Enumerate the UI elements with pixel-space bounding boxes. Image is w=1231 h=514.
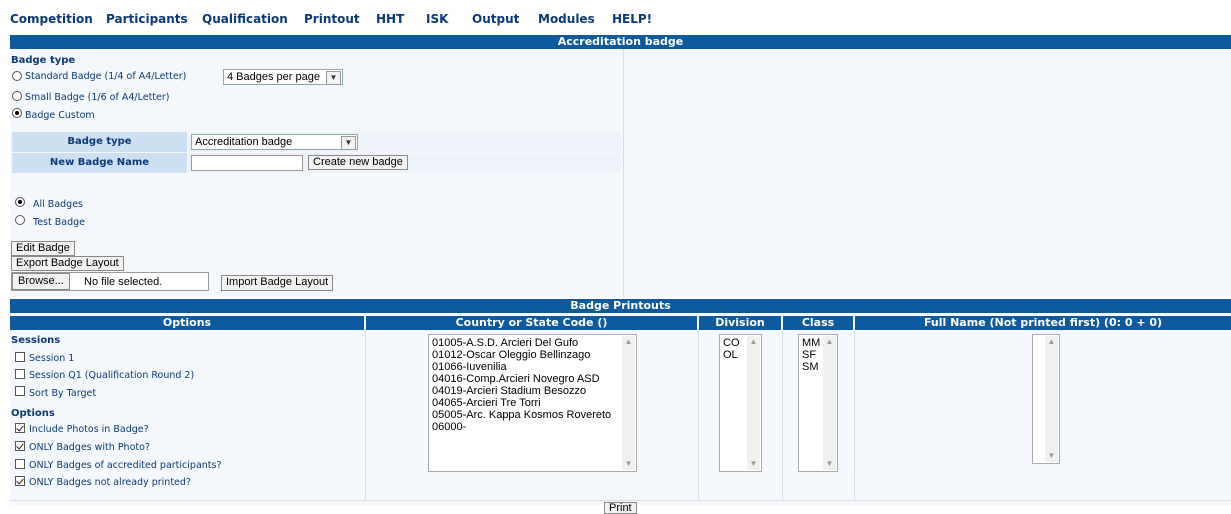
badges-per-page-select[interactable]: 4 Badges per page ▼	[223, 69, 343, 85]
scrollbar[interactable]: ▲ ▼	[823, 336, 836, 470]
scrollbar[interactable]: ▲ ▼	[747, 336, 760, 470]
col-class: Class	[783, 316, 853, 330]
chevron-down-icon: ▼	[326, 71, 341, 85]
sort-by-target-label: Sort By Target	[29, 388, 97, 399]
class-list: MM SF SM	[802, 337, 820, 373]
chevron-up-icon: ▲	[749, 337, 758, 346]
menu-help[interactable]: HELP!	[612, 12, 652, 26]
list-item[interactable]: 04065-Arcieri Tre Torri	[432, 397, 611, 409]
options-heading: Options	[11, 408, 55, 419]
badge-type-value: Accreditation badge	[195, 136, 293, 148]
col-divider	[782, 330, 783, 500]
print-row-divider	[10, 500, 1231, 501]
print-button[interactable]: Print	[604, 502, 637, 514]
export-layout-button[interactable]: Export Badge Layout	[11, 256, 124, 271]
import-layout-button[interactable]: Import Badge Layout	[221, 275, 334, 291]
session-q1-checkbox[interactable]	[15, 369, 25, 379]
col-division: Division	[699, 316, 781, 330]
file-status: No file selected.	[84, 276, 163, 288]
standard-badge-label: Standard Badge (1/4 of A4/Letter)	[25, 71, 187, 82]
standard-badge-radio[interactable]	[12, 71, 22, 81]
list-item[interactable]: MM	[802, 337, 820, 349]
col-divider	[854, 330, 855, 500]
col-country: Country or State Code ()	[366, 316, 697, 330]
list-item[interactable]: OL	[723, 349, 740, 361]
new-badge-name-label: New Badge Name	[12, 153, 187, 173]
accreditation-title: Accreditation badge	[10, 35, 1231, 49]
only-not-printed-checkbox[interactable]	[15, 476, 25, 486]
chevron-up-icon: ▲	[825, 337, 834, 346]
session-1-checkbox[interactable]	[15, 352, 25, 362]
small-badge-radio[interactable]	[12, 91, 22, 101]
test-badge-radio[interactable]	[15, 215, 25, 225]
only-accredited-checkbox[interactable]	[15, 459, 25, 469]
list-item[interactable]: CO	[723, 337, 740, 349]
file-input[interactable]: Browse... No file selected.	[11, 272, 209, 291]
browse-button[interactable]: Browse...	[12, 273, 70, 290]
list-item[interactable]: 01012-Oscar Oleggio Bellinzago	[432, 349, 611, 361]
all-badges-label: All Badges	[33, 199, 83, 210]
col-divider	[698, 330, 699, 500]
only-with-photo-label: ONLY Badges with Photo?	[29, 442, 150, 453]
list-item[interactable]: 04019-Arcieri Stadium Besozzo	[432, 385, 611, 397]
include-photos-label: Include Photos in Badge?	[29, 424, 149, 435]
badge-type-select[interactable]: Accreditation badge ▼	[191, 134, 358, 150]
country-listbox[interactable]: 01005-A.S.D. Arcieri Del Gufo 01012-Osca…	[428, 334, 637, 472]
create-badge-button[interactable]: Create new badge	[308, 155, 408, 170]
only-accredited-label: ONLY Badges of accredited participants?	[29, 460, 222, 471]
division-listbox[interactable]: CO OL ▲ ▼	[719, 334, 762, 472]
menu-competition[interactable]: Competition	[10, 12, 93, 26]
menu-qualification[interactable]: Qualification	[202, 12, 288, 26]
list-item[interactable]: 01005-A.S.D. Arcieri Del Gufo	[432, 337, 611, 349]
test-badge-label: Test Badge	[33, 217, 85, 228]
chevron-up-icon: ▲	[1047, 337, 1056, 346]
new-badge-name-input[interactable]	[191, 155, 303, 171]
chevron-down-icon: ▼	[825, 459, 834, 468]
class-listbox[interactable]: MM SF SM ▲ ▼	[798, 334, 838, 472]
edit-badge-button[interactable]: Edit Badge	[11, 241, 75, 256]
scrollbar[interactable]: ▲ ▼	[622, 336, 635, 470]
chevron-down-icon: ▼	[624, 459, 633, 468]
list-item[interactable]: 04016-Comp.Arcieri Novegro ASD	[432, 373, 611, 385]
accreditation-divider	[623, 49, 624, 297]
small-badge-label: Small Badge (1/6 of A4/Letter)	[25, 92, 170, 103]
col-options: Options	[10, 316, 364, 330]
menu-modules[interactable]: Modules	[538, 12, 595, 26]
custom-badge-radio[interactable]	[12, 108, 22, 118]
only-with-photo-checkbox[interactable]	[15, 441, 25, 451]
list-item[interactable]: 06000-	[432, 421, 611, 433]
custom-badge-label: Badge Custom	[25, 110, 95, 121]
badge-type-form-label: Badge type	[12, 132, 187, 152]
chevron-down-icon: ▼	[341, 136, 356, 150]
list-item[interactable]: SF	[802, 349, 820, 361]
printouts-title: Badge Printouts	[10, 299, 1231, 313]
chevron-up-icon: ▲	[624, 337, 633, 346]
session-1-label: Session 1	[29, 353, 75, 364]
fullname-listbox[interactable]: ▲ ▼	[1032, 334, 1060, 464]
list-item[interactable]: 01066-Iuvenilia	[432, 361, 611, 373]
list-item[interactable]: SM	[802, 361, 820, 373]
sort-by-target-checkbox[interactable]	[15, 386, 25, 396]
menu-output[interactable]: Output	[472, 12, 519, 26]
chevron-down-icon: ▼	[749, 459, 758, 468]
only-not-printed-label: ONLY Badges not already printed?	[29, 477, 191, 488]
list-item[interactable]: 05005-Arc. Kappa Kosmos Rovereto	[432, 409, 611, 421]
include-photos-checkbox[interactable]	[15, 423, 25, 433]
menu-participants[interactable]: Participants	[106, 12, 188, 26]
menu-isk[interactable]: ISK	[426, 12, 448, 26]
division-list: CO OL	[723, 337, 740, 361]
badge-type-heading: Badge type	[11, 55, 76, 66]
badges-per-page-value: 4 Badges per page	[227, 71, 320, 83]
chevron-down-icon: ▼	[1047, 451, 1056, 460]
all-badges-radio[interactable]	[15, 197, 25, 207]
sessions-heading: Sessions	[11, 335, 61, 346]
top-menu: Competition Participants Qualification P…	[0, 0, 1231, 32]
menu-hht[interactable]: HHT	[376, 12, 404, 26]
menu-printout[interactable]: Printout	[304, 12, 360, 26]
session-q1-label: Session Q1 (Qualification Round 2)	[29, 370, 195, 381]
col-fullname: Full Name (Not printed first) (0: 0 + 0)	[855, 316, 1231, 330]
scrollbar[interactable]: ▲ ▼	[1045, 336, 1058, 462]
col-divider	[365, 330, 366, 500]
country-list: 01005-A.S.D. Arcieri Del Gufo 01012-Osca…	[432, 337, 611, 433]
